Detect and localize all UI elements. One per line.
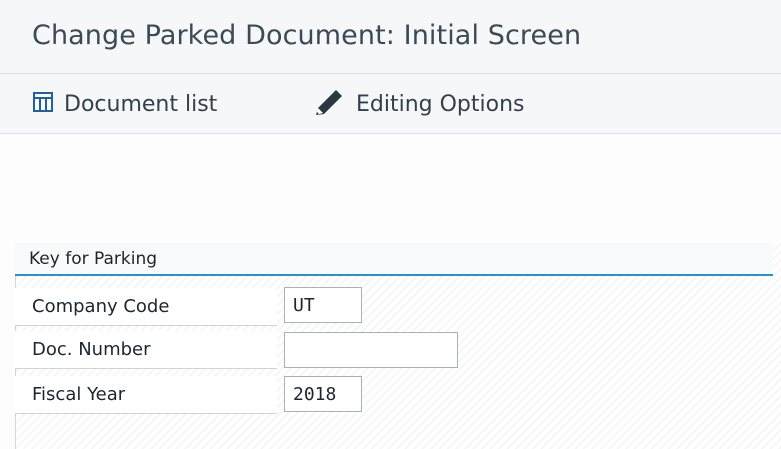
fiscal-year-field[interactable] [284,376,362,412]
fiscal-year-label: Fiscal Year [32,384,126,405]
fiscal-year-label-cell: Fiscal Year [15,376,277,414]
editing-options-button[interactable]: Editing Options [312,84,525,124]
page-title: Change Parked Document: Initial Screen [32,20,582,51]
group-title: Key for Parking [29,249,158,269]
company-code-label: Company Code [32,296,170,317]
key-for-parking-header: Key for Parking [15,243,773,276]
editing-options-label: Editing Options [356,91,525,117]
company-code-label-cell: Company Code [15,288,277,326]
pencil-icon [312,87,346,121]
doc-number-label: Doc. Number [32,339,151,360]
title-bar: Change Parked Document: Initial Screen [0,0,781,74]
doc-number-field[interactable] [284,332,458,368]
table-grid-icon [32,91,54,117]
document-list-button[interactable]: Document list [32,84,217,124]
company-code-field[interactable] [284,287,362,323]
doc-number-label-cell: Doc. Number [15,331,277,369]
application-toolbar: Document list Editing Options [0,74,781,134]
document-list-label: Document list [64,91,218,117]
